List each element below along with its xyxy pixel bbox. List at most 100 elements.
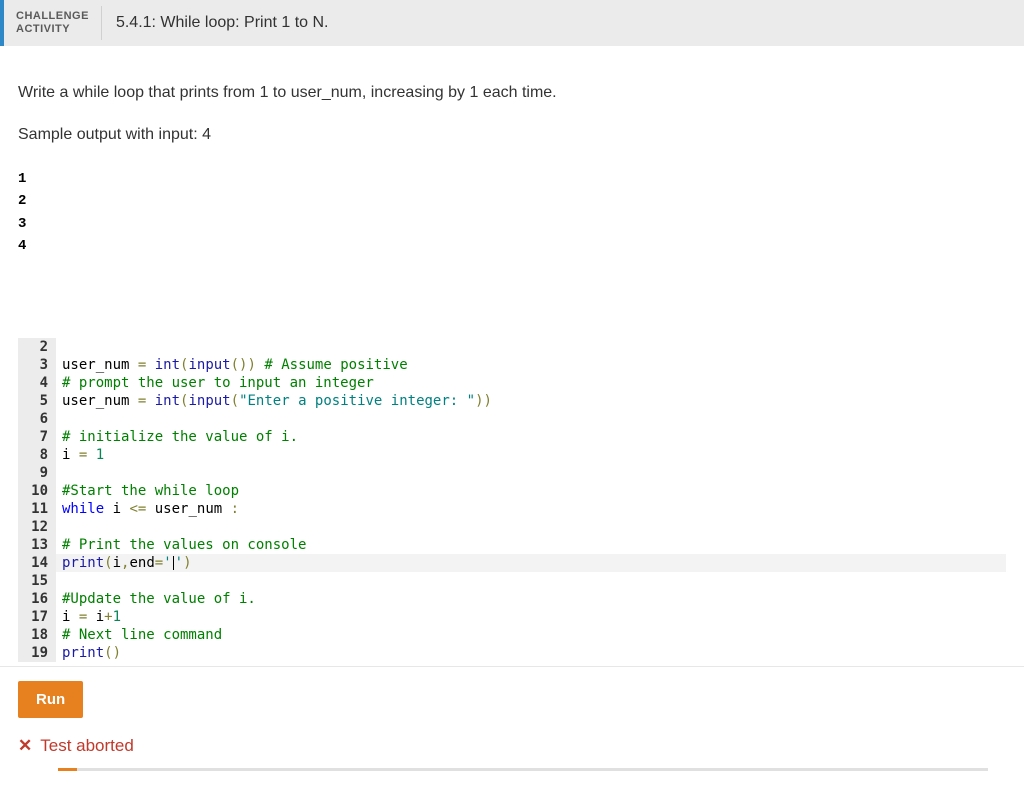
line-number: 7 bbox=[18, 428, 56, 446]
code-line[interactable]: 9 bbox=[18, 464, 1006, 482]
code-token: : bbox=[231, 501, 239, 517]
code-token: # Next line command bbox=[62, 627, 222, 643]
code-token: ) bbox=[183, 555, 191, 571]
code-content[interactable] bbox=[56, 338, 1006, 356]
line-number: 3 bbox=[18, 356, 56, 374]
code-line[interactable]: 12 bbox=[18, 518, 1006, 536]
sample-output-label: Sample output with input: 4 bbox=[18, 126, 1006, 144]
progress-fill bbox=[58, 768, 77, 771]
code-token: user_num bbox=[62, 393, 138, 409]
code-line[interactable]: 18 # Next line command bbox=[18, 626, 1006, 644]
code-line[interactable]: 10#Start the while loop bbox=[18, 482, 1006, 500]
code-token: # Print the values on console bbox=[62, 537, 306, 553]
code-token: ' bbox=[163, 555, 171, 571]
code-line[interactable]: 19print() bbox=[18, 644, 1006, 662]
code-token: int bbox=[155, 357, 180, 373]
code-content[interactable]: #Start the while loop bbox=[56, 482, 1006, 500]
line-number: 9 bbox=[18, 464, 56, 482]
code-content[interactable]: # Print the values on console bbox=[56, 536, 1006, 554]
line-number: 16 bbox=[18, 590, 56, 608]
code-editor[interactable]: 23user_num = int(input()) # Assume posit… bbox=[18, 338, 1006, 662]
test-status: ✕ Test aborted bbox=[18, 736, 1006, 756]
challenge-title: 5.4.1: While loop: Print 1 to N. bbox=[102, 0, 343, 46]
line-number: 17 bbox=[18, 608, 56, 626]
code-line[interactable]: 17i = i+1 bbox=[18, 608, 1006, 626]
code-token: i bbox=[87, 609, 104, 625]
x-icon: ✕ bbox=[18, 736, 32, 756]
challenge-label-2: ACTIVITY bbox=[16, 23, 89, 36]
code-line[interactable]: 13 # Print the values on console bbox=[18, 536, 1006, 554]
code-content[interactable]: print() bbox=[56, 644, 1006, 662]
code-token: ' bbox=[175, 555, 183, 571]
code-line[interactable]: 2 bbox=[18, 338, 1006, 356]
challenge-header: CHALLENGE ACTIVITY 5.4.1: While loop: Pr… bbox=[0, 0, 1024, 46]
code-token bbox=[146, 393, 154, 409]
code-token: print bbox=[62, 645, 104, 661]
progress-bar bbox=[58, 768, 988, 771]
code-token: )) bbox=[475, 393, 492, 409]
code-token: i bbox=[113, 555, 121, 571]
code-token: # Assume positive bbox=[264, 357, 407, 373]
line-number: 2 bbox=[18, 338, 56, 356]
code-content[interactable]: # initialize the value of i. bbox=[56, 428, 1006, 446]
code-content[interactable]: user_num = int(input()) # Assume positiv… bbox=[56, 356, 1006, 374]
code-token: ( bbox=[231, 393, 239, 409]
run-button[interactable]: Run bbox=[18, 681, 83, 718]
code-token: print bbox=[62, 555, 104, 571]
code-content[interactable]: user_num = int(input("Enter a positive i… bbox=[56, 392, 1006, 410]
line-number: 4 bbox=[18, 374, 56, 392]
code-token: 1 bbox=[96, 447, 104, 463]
code-content[interactable] bbox=[56, 518, 1006, 536]
code-line[interactable]: 6 bbox=[18, 410, 1006, 428]
line-number: 12 bbox=[18, 518, 56, 536]
code-content[interactable]: # Next line command bbox=[56, 626, 1006, 644]
code-line[interactable]: 5user_num = int(input("Enter a positive … bbox=[18, 392, 1006, 410]
instructions-text: Write a while loop that prints from 1 to… bbox=[18, 84, 1006, 102]
code-line[interactable]: 11while i <= user_num : bbox=[18, 500, 1006, 518]
code-content[interactable]: #Update the value of i. bbox=[56, 590, 1006, 608]
line-number: 18 bbox=[18, 626, 56, 644]
code-line[interactable]: 4# prompt the user to input an integer bbox=[18, 374, 1006, 392]
code-content[interactable] bbox=[56, 410, 1006, 428]
sample-output: 1 2 3 4 bbox=[18, 168, 1006, 258]
code-token: #Update the value of i. bbox=[62, 591, 256, 607]
code-token: ( bbox=[104, 555, 112, 571]
code-token: #Start the while loop bbox=[62, 483, 239, 499]
code-line[interactable]: 7 # initialize the value of i. bbox=[18, 428, 1006, 446]
code-content[interactable] bbox=[56, 572, 1006, 590]
code-token: i bbox=[104, 501, 129, 517]
code-content[interactable]: while i <= user_num : bbox=[56, 500, 1006, 518]
code-content[interactable]: # prompt the user to input an integer bbox=[56, 374, 1006, 392]
code-content[interactable]: i = 1 bbox=[56, 446, 1006, 464]
code-token: i bbox=[62, 609, 79, 625]
code-token: i bbox=[62, 447, 79, 463]
code-token bbox=[87, 447, 95, 463]
status-text: Test aborted bbox=[40, 736, 134, 756]
code-line[interactable]: 16 #Update the value of i. bbox=[18, 590, 1006, 608]
content-area: Write a while loop that prints from 1 to… bbox=[0, 46, 1024, 666]
code-token: "Enter a positive integer: " bbox=[239, 393, 475, 409]
code-line[interactable]: 3user_num = int(input()) # Assume positi… bbox=[18, 356, 1006, 374]
code-line[interactable]: 15 bbox=[18, 572, 1006, 590]
code-token: # initialize the value of i. bbox=[62, 429, 298, 445]
line-number: 13 bbox=[18, 536, 56, 554]
line-number: 19 bbox=[18, 644, 56, 662]
code-token: while bbox=[62, 501, 104, 517]
challenge-badge: CHALLENGE ACTIVITY bbox=[4, 0, 101, 46]
code-token: () bbox=[104, 645, 121, 661]
run-section: Run ✕ Test aborted bbox=[0, 666, 1024, 787]
code-content[interactable] bbox=[56, 464, 1006, 482]
code-token: + bbox=[104, 609, 112, 625]
code-token: user_num bbox=[62, 357, 138, 373]
code-token bbox=[146, 357, 154, 373]
line-number: 15 bbox=[18, 572, 56, 590]
code-token: 1 bbox=[113, 609, 121, 625]
code-content[interactable]: i = i+1 bbox=[56, 608, 1006, 626]
code-line[interactable]: 8i = 1 bbox=[18, 446, 1006, 464]
code-token: user_num bbox=[146, 501, 230, 517]
code-token: input bbox=[188, 357, 230, 373]
challenge-label-1: CHALLENGE bbox=[16, 10, 89, 23]
code-token: <= bbox=[129, 501, 146, 517]
code-line[interactable]: 14print(i,end='') bbox=[18, 554, 1006, 572]
code-content[interactable]: print(i,end='') bbox=[56, 554, 1006, 572]
